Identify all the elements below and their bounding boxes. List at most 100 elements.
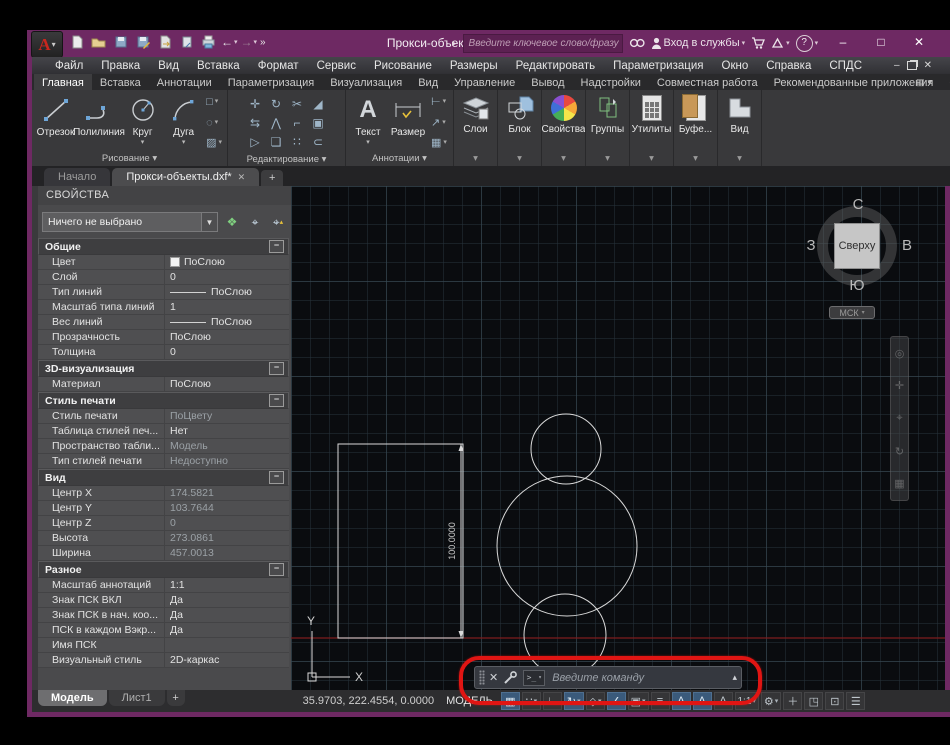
ribbon-tab[interactable]: СПДС 2019: [941, 74, 950, 90]
new-layout-button[interactable]: +: [167, 690, 185, 706]
modify-tool-icon[interactable]: ⊂: [308, 133, 328, 151]
orbit-icon[interactable]: ↻: [895, 445, 904, 458]
quick-select-icon[interactable]: ⌖▴: [269, 213, 287, 231]
close-icon[interactable]: ✕: [489, 671, 498, 684]
menu-item[interactable]: Рисование: [365, 60, 441, 72]
polyline-button[interactable]: Полилиния: [76, 92, 122, 153]
command-line[interactable]: ✕ >_▾ Введите команду ▴: [474, 666, 742, 689]
property-row[interactable]: − Тип линий ПоСлою: [38, 285, 289, 300]
property-value-cell[interactable]: Недоступно: [164, 454, 289, 468]
property-row[interactable]: 3D-визуализация −: [38, 360, 289, 377]
selection-combo[interactable]: Ничего не выбрано ▼: [42, 212, 218, 232]
draw-tool-icon[interactable]: ◌▾: [206, 116, 222, 130]
property-row[interactable]: − Стиль печати ПоЦвету: [38, 409, 289, 424]
draw-tool-icon[interactable]: □▾: [206, 95, 222, 109]
panel-groups[interactable]: Группы ▾: [586, 90, 630, 166]
property-value-cell[interactable]: 1:1: [164, 578, 289, 592]
panel-modify-title[interactable]: Редактирование ▾: [228, 154, 345, 166]
menu-item[interactable]: Формат: [249, 60, 308, 72]
ribbon-minimize-control[interactable]: ▤▾: [916, 74, 932, 90]
recent-commands-button[interactable]: >_▾: [523, 670, 545, 686]
dimension-button[interactable]: Размер: [387, 92, 429, 153]
collapse-section-icon[interactable]: −: [269, 240, 284, 253]
property-row[interactable]: − Цвет ПоСлою: [38, 255, 289, 270]
annotation-tool-icon[interactable]: ▦▾: [431, 136, 447, 150]
drawing-canvas[interactable]: 100.0000XY Сверху С В Ю З МСК ▾ ◎ ✛ ⌖ ↻ …: [291, 186, 945, 690]
property-row[interactable]: − Таблица стилей печ... Нет: [38, 424, 289, 439]
viewcube-face[interactable]: Сверху: [834, 223, 880, 269]
property-row[interactable]: − Вес линий ПоСлою: [38, 315, 289, 330]
property-value-cell[interactable]: ПоСлою: [164, 377, 289, 391]
chevron-down-icon[interactable]: ▾: [586, 153, 629, 166]
property-value-cell[interactable]: 0: [164, 345, 289, 359]
mdi-restore-icon[interactable]: [907, 61, 917, 70]
circle-button[interactable]: Круг ▾: [122, 92, 163, 153]
chevron-down-icon[interactable]: ▾: [498, 153, 541, 166]
line-button[interactable]: Отрезок: [35, 92, 76, 153]
modify-tool-icon[interactable]: ∷: [287, 133, 307, 151]
property-value-cell[interactable]: ПоСлою: [164, 315, 289, 329]
ribbon-tab[interactable]: Главная: [34, 74, 92, 90]
property-value-cell[interactable]: 1: [164, 300, 289, 314]
collapse-section-icon[interactable]: −: [269, 471, 284, 484]
ribbon-tab[interactable]: Надстройки: [573, 74, 649, 90]
property-row[interactable]: Вид −: [38, 469, 289, 486]
ribbon-tab[interactable]: Визуализация: [322, 74, 410, 90]
file-tab-current[interactable]: Прокси-объекты.dxf* ✕: [112, 168, 259, 186]
property-row[interactable]: − Визуальный стиль 2D-каркас: [38, 653, 289, 668]
property-value-cell[interactable]: Модель: [164, 439, 289, 453]
drag-grip-icon[interactable]: [479, 670, 485, 685]
property-value-cell[interactable]: Да: [164, 593, 289, 607]
property-row[interactable]: − Пространство табли... Модель: [38, 439, 289, 454]
property-row[interactable]: − Тип стилей печати Недоступно: [38, 454, 289, 469]
menu-item[interactable]: СПДС: [820, 60, 871, 72]
property-row[interactable]: − ПСК в каждом Вэкр... Да: [38, 623, 289, 638]
mdi-minimize-icon[interactable]: –: [894, 60, 900, 71]
chevron-down-icon[interactable]: ▾: [443, 95, 447, 109]
pan-hand-icon[interactable]: ✛: [895, 379, 904, 392]
grid-display[interactable]: ▦ ▾: [501, 692, 520, 710]
viewcube-south[interactable]: Ю: [849, 277, 865, 294]
panel-properties[interactable]: Свойства ▾: [542, 90, 586, 166]
panel-draw-title[interactable]: Рисование ▾: [32, 153, 227, 166]
new-tab-button[interactable]: +: [261, 170, 283, 186]
property-value-cell[interactable]: Да: [164, 623, 289, 637]
object-snap[interactable]: ▣ ▾: [628, 692, 649, 710]
isometric-draft[interactable]: ◇ ▾: [586, 692, 605, 710]
property-row[interactable]: − Ширина 457.0013: [38, 546, 289, 561]
clean-screen[interactable]: ⊡ ▾: [825, 692, 844, 710]
property-row[interactable]: − Имя ПСК: [38, 638, 289, 653]
chevron-down-icon[interactable]: ▾: [215, 116, 219, 130]
ribbon-tab[interactable]: Вывод: [523, 74, 572, 90]
collapse-section-icon[interactable]: −: [269, 563, 284, 576]
menu-item[interactable]: Редактировать: [507, 60, 604, 72]
menu-item[interactable]: Правка: [92, 60, 149, 72]
annotation-tool-icon[interactable]: ↗▾: [431, 116, 447, 130]
property-value-cell[interactable]: ПоСлою: [164, 255, 289, 269]
property-row[interactable]: Стиль печати −: [38, 392, 289, 409]
chevron-down-icon[interactable]: ▾: [718, 153, 761, 166]
property-row[interactable]: − Центр X 174.5821: [38, 486, 289, 501]
property-value-cell[interactable]: ПоСлою: [164, 285, 289, 299]
layout1-tab[interactable]: Лист1: [109, 690, 165, 706]
menu-item[interactable]: Окно: [713, 60, 758, 72]
property-value-cell[interactable]: Да: [164, 608, 289, 622]
modify-tool-icon[interactable]: ↻: [266, 95, 286, 113]
chevron-down-icon[interactable]: ▾: [366, 138, 370, 146]
chevron-down-icon[interactable]: ▾: [443, 136, 447, 150]
property-value-cell[interactable]: ПоЦвету: [164, 409, 289, 423]
panel-block[interactable]: Блок ▾: [498, 90, 542, 166]
menu-item[interactable]: Сервис: [308, 60, 365, 72]
annotation-scale[interactable]: 1:1 ▾: [735, 692, 759, 710]
property-value-cell[interactable]: 174.5821: [164, 486, 289, 500]
menu-item[interactable]: Параметризация: [604, 60, 712, 72]
property-value-cell[interactable]: [164, 638, 289, 652]
property-row[interactable]: − Знак ПСК в нач. коо... Да: [38, 608, 289, 623]
menu-item[interactable]: Вид: [149, 60, 188, 72]
property-value-cell[interactable]: 457.0013: [164, 546, 289, 560]
viewcube-north[interactable]: С: [850, 196, 866, 213]
annotation-visibility[interactable]: Λ ▾: [672, 692, 691, 710]
model-space-button[interactable]: МОДЕЛЬ: [446, 695, 493, 707]
property-value-cell[interactable]: 2D-каркас: [164, 653, 289, 667]
file-tab-start[interactable]: Начало: [44, 168, 110, 186]
